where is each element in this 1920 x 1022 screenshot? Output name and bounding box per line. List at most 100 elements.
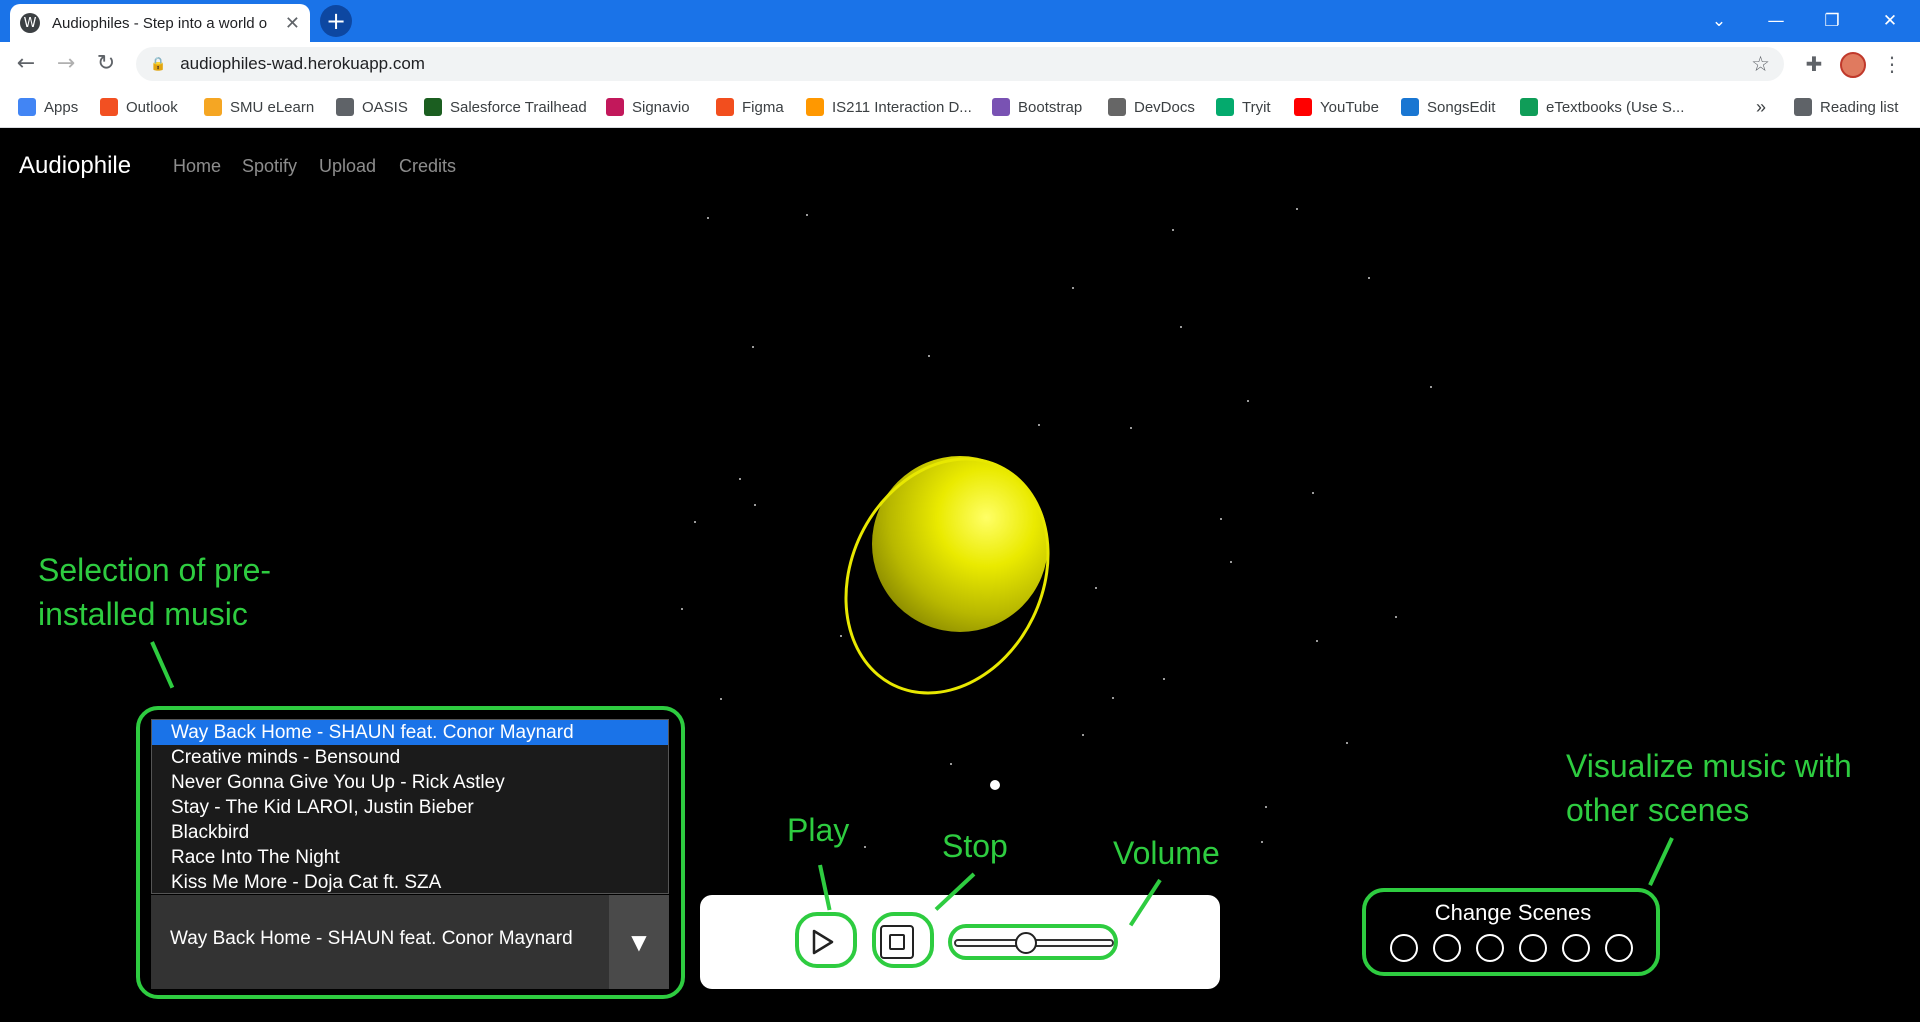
visualizer-ring <box>805 422 1089 730</box>
music-option[interactable]: Blackbird <box>152 820 668 845</box>
nav-link-upload[interactable]: Upload <box>319 156 376 177</box>
minimize-button[interactable]: — <box>1756 6 1796 36</box>
reading-list-icon <box>1794 98 1812 116</box>
nav-link-spotify[interactable]: Spotify <box>242 156 297 177</box>
star <box>1261 841 1263 843</box>
browser-tab[interactable]: W Audiophiles - Step into a world o ✕ <box>10 4 310 42</box>
bookmark-label: SMU eLearn <box>230 98 315 116</box>
music-option[interactable]: Never Gonna Give You Up - Rick Astley <box>152 770 668 795</box>
bookmark-oasis[interactable]: OASIS <box>336 96 408 118</box>
nav-link-home[interactable]: Home <box>173 156 221 177</box>
bookmarks-bar: Apps Outlook SMU eLearn OASIS Salesforce Tra… <box>0 86 1920 128</box>
chevron-down-icon[interactable]: ▼ <box>609 895 669 989</box>
music-option[interactable]: Way Back Home - SHAUN feat. Conor Maynar… <box>152 720 668 745</box>
bookmark-apps[interactable]: Apps <box>18 96 78 118</box>
music-option[interactable]: Creative minds - Bensound <box>152 745 668 770</box>
star <box>1247 400 1249 402</box>
new-tab-button[interactable]: + <box>320 5 352 37</box>
annotation-box-scenes <box>1362 888 1660 976</box>
tab-search-icon[interactable]: ⌄ <box>1699 6 1739 36</box>
star <box>1180 326 1182 328</box>
star <box>1368 277 1370 279</box>
bookmark-label: SongsEdit <box>1427 98 1496 116</box>
star <box>720 698 722 700</box>
close-window-button[interactable]: ✕ <box>1870 6 1910 36</box>
bookmark-bootstrap[interactable]: Bootstrap <box>992 96 1082 118</box>
star <box>739 478 741 480</box>
bookmark-outlook[interactable]: Outlook <box>100 96 178 118</box>
bookmark-etextbooks-use-s[interactable]: eTextbooks (Use S... <box>1520 96 1684 118</box>
bookmark-is211-interaction-d[interactable]: IS211 Interaction D... <box>806 96 972 118</box>
star <box>1430 386 1432 388</box>
signavio-icon <box>606 98 624 116</box>
annotation-play: Play <box>787 812 850 848</box>
bookmark-star-icon[interactable]: ☆ <box>1751 52 1770 76</box>
music-listbox[interactable]: Way Back Home - SHAUN feat. Conor Maynar… <box>151 719 669 894</box>
star <box>681 608 683 610</box>
annotation-box-stop <box>872 912 934 968</box>
apps-grid-icon <box>18 98 36 116</box>
bookmark-songsedit[interactable]: SongsEdit <box>1401 96 1495 118</box>
w3schools-icon <box>1216 98 1234 116</box>
visualizer-moon <box>990 780 1000 790</box>
music-select-dropdown[interactable]: Way Back Home - SHAUN feat. Conor Maynar… <box>151 895 669 989</box>
forward-arrow-icon[interactable]: → <box>50 48 82 80</box>
more-menu-icon[interactable]: ⋮ <box>1880 48 1904 80</box>
star <box>752 346 754 348</box>
bookmark-label: IS211 Interaction D... <box>832 98 972 116</box>
annotation-music-selection: Selection of pre-installed music <box>38 552 272 632</box>
elearn-icon <box>204 98 222 116</box>
nav-link-credits[interactable]: Credits <box>399 156 456 177</box>
annotation-box-volume <box>948 924 1118 960</box>
browser-toolbar: ← → ↻ 🔒 audiophiles-wad.herokuapp.com ☆ <box>0 42 1920 86</box>
reload-icon[interactable]: ↻ <box>90 48 122 80</box>
restore-button[interactable]: ❐ <box>1812 6 1852 36</box>
bookmark-devdocs[interactable]: DevDocs <box>1108 96 1195 118</box>
star <box>1220 518 1222 520</box>
bookmarks-overflow-button[interactable]: » <box>1756 96 1766 118</box>
bookmark-label: DevDocs <box>1134 98 1195 116</box>
music-option[interactable]: Kiss Me More - Doja Cat ft. SZA <box>152 870 668 895</box>
annotation-scenes: Visualize music with other scenes <box>1566 748 1852 828</box>
annotation-pointer-scenes <box>1648 837 1674 886</box>
url-text: audiophiles-wad.herokuapp.com <box>180 54 425 73</box>
bookmark-signavio[interactable]: Signavio <box>606 96 690 118</box>
bookmark-salesforce-trailhead[interactable]: Salesforce Trailhead <box>424 96 587 118</box>
bookmark-figma[interactable]: Figma <box>716 96 784 118</box>
back-arrow-icon[interactable]: ← <box>10 48 42 80</box>
annotation-volume: Volume <box>1113 835 1220 871</box>
music-option[interactable]: Stay - The Kid LAROI, Justin Bieber <box>152 795 668 820</box>
star <box>1072 287 1074 289</box>
devdocs-icon <box>1108 98 1126 116</box>
address-bar[interactable]: 🔒 audiophiles-wad.herokuapp.com ☆ <box>136 47 1784 81</box>
brand-logo[interactable]: Audiophile <box>19 152 131 180</box>
google-drive-icon <box>1520 98 1538 116</box>
star <box>1230 561 1232 563</box>
extensions-puzzle-icon[interactable]: ✚ <box>1800 48 1828 80</box>
annotation-box-play <box>795 912 857 968</box>
star <box>806 214 808 216</box>
selected-track: Way Back Home - SHAUN feat. Conor Maynar… <box>170 928 573 949</box>
bookmark-tryit[interactable]: Tryit <box>1216 96 1271 118</box>
wordpress-icon: W <box>20 13 40 33</box>
browser-tab-bar: W Audiophiles - Step into a world o ✕ + … <box>0 0 1920 42</box>
star <box>754 504 756 506</box>
star <box>1038 424 1040 426</box>
star <box>1163 678 1165 680</box>
bookmark-youtube[interactable]: YouTube <box>1294 96 1379 118</box>
star <box>694 521 696 523</box>
reading-list-button[interactable]: Reading list <box>1794 96 1898 118</box>
star <box>950 763 952 765</box>
music-option[interactable]: Race Into The Night <box>152 845 668 870</box>
star <box>1082 734 1084 736</box>
globe-icon <box>336 98 354 116</box>
youtube-icon <box>1294 98 1312 116</box>
songsedit-icon <box>1401 98 1419 116</box>
profile-avatar[interactable] <box>1840 52 1866 78</box>
close-tab-icon[interactable]: ✕ <box>285 13 300 34</box>
page-content: Audiophile Home Spotify Upload Credits S… <box>0 128 1920 1022</box>
star <box>1265 806 1267 808</box>
bookmark-smu-elearn[interactable]: SMU eLearn <box>204 96 314 118</box>
lock-icon: 🔒 <box>150 56 167 72</box>
folder-people-icon <box>806 98 824 116</box>
